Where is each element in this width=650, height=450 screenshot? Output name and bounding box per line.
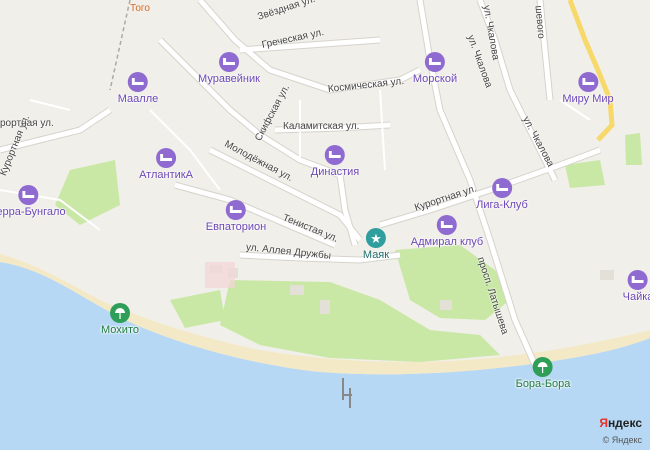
hotel-poi-chayka[interactable]: Чайка <box>623 270 650 304</box>
hotel-poi-miru-mir[interactable]: Миру Мир <box>562 72 614 106</box>
hotel-poi-muraveinik[interactable]: Муравейник <box>198 52 260 86</box>
umbrella-icon <box>110 303 130 323</box>
place-label: Того <box>130 3 150 14</box>
poi-label: Лига-Клуб <box>476 199 528 211</box>
poi-label: АтлантикА <box>139 169 193 181</box>
hotel-bed-icon <box>226 200 246 220</box>
poi-label: Миру Мир <box>562 93 614 105</box>
poi-label: Евпаторион <box>205 221 267 233</box>
poi-label: Династия <box>310 166 360 178</box>
hotel-poi-terra-bungalo[interactable]: Терра-Бунгало <box>0 185 66 219</box>
hotel-bed-icon <box>18 185 38 205</box>
hotel-bed-icon <box>627 270 648 290</box>
beach-poi-mokhito[interactable]: Мохито <box>101 303 139 337</box>
hotel-poi-liga-klub[interactable]: Лига-Клуб <box>476 178 528 212</box>
hotel-bed-icon <box>156 148 176 168</box>
poi-label: Морской <box>412 73 458 85</box>
hotel-bed-icon <box>218 52 239 72</box>
hotel-poi-dinastiya[interactable]: Династия <box>311 145 359 179</box>
yandex-logo[interactable]: Яндекс <box>599 416 642 430</box>
hotel-bed-icon <box>127 72 148 92</box>
hotel-bed-icon <box>577 72 598 92</box>
hotel-bed-icon <box>325 145 345 165</box>
poi-label: Терра-Бунгало <box>0 206 66 218</box>
map-view[interactable]: Муравейник Маалле АтлантикА Евпаторион Д… <box>0 0 650 450</box>
street-label: рортная ул. <box>0 118 54 129</box>
hotel-poi-evpatorion[interactable]: Евпаторион <box>205 200 267 234</box>
hotel-poi-maalle[interactable]: Маалле <box>118 72 158 106</box>
poi-label: Мохито <box>101 324 139 336</box>
poi-label: Чайка <box>622 291 650 303</box>
poi-label: Бора-Бора <box>515 378 571 390</box>
poi-label: Маалле <box>117 93 159 105</box>
poi-label: Адмирал клуб <box>410 236 484 248</box>
poi-label: Маяк <box>362 249 390 261</box>
hotel-bed-icon <box>491 178 512 198</box>
hotel-bed-icon <box>436 215 457 235</box>
star-icon: ★ <box>366 228 386 248</box>
hotel-bed-icon <box>424 52 445 72</box>
lighthouse-poi-mayak[interactable]: ★ Маяк <box>363 228 389 262</box>
hotel-poi-atlantika[interactable]: АтлантикА <box>139 148 193 182</box>
hotel-poi-admiral-klub[interactable]: Адмирал клуб <box>411 215 483 249</box>
beach-poi-bora-bora[interactable]: Бора-Бора <box>515 357 571 391</box>
umbrella-icon <box>533 357 553 377</box>
poi-label: Муравейник <box>198 73 260 85</box>
street-label: Каламитская ул. <box>283 121 360 132</box>
copyright-text[interactable]: © Яндекс <box>603 435 642 445</box>
hotel-poi-morskoy[interactable]: Морской <box>413 52 457 86</box>
